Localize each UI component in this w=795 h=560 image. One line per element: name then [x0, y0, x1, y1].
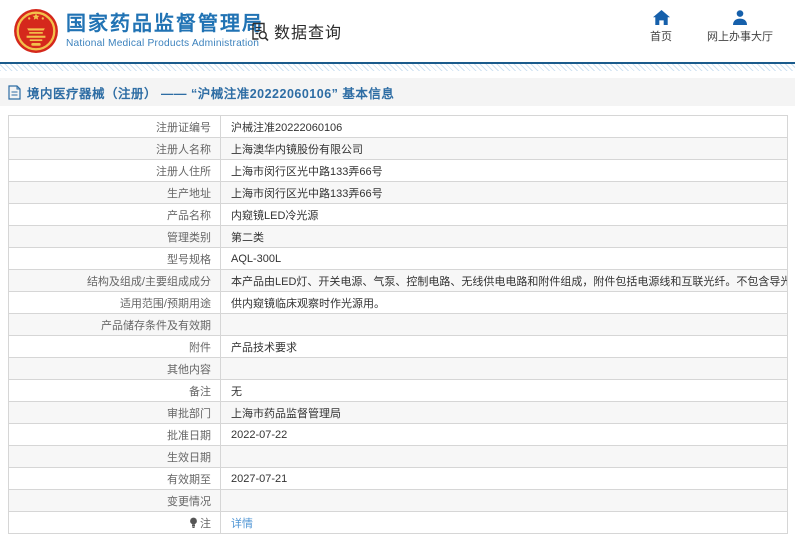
table-row: 管理类别 第二类 — [8, 225, 788, 248]
detail-link[interactable]: 详情 — [231, 518, 253, 530]
table-row: 生产地址 上海市闵行区光中路133弄66号 — [8, 181, 788, 204]
row-label: 注册证编号 — [8, 115, 221, 138]
home-link[interactable]: 首页 — [647, 10, 675, 44]
row-value: 产品技术要求 — [220, 335, 788, 358]
row-value: 内窥镜LED冷光源 — [220, 203, 788, 226]
table-row: 审批部门 上海市药品监督管理局 — [8, 401, 788, 424]
row-label: 管理类别 — [8, 225, 221, 248]
row-value: 上海市药品监督管理局 — [220, 401, 788, 424]
row-label: 其他内容 — [8, 357, 221, 380]
national-emblem-icon — [13, 6, 59, 56]
row-value — [220, 313, 788, 336]
org-name-cn: 国家药品监督管理局 — [66, 12, 264, 35]
bulb-icon — [189, 517, 200, 530]
row-label: 附件 — [8, 335, 221, 358]
data-query-nav[interactable]: 数据查询 — [249, 19, 342, 43]
table-row: 其他内容 — [8, 357, 788, 380]
row-label: 变更情况 — [8, 489, 221, 512]
row-value: AQL-300L — [220, 247, 788, 270]
row-label: 注册人名称 — [8, 137, 221, 160]
table-row: 批准日期 2022-07-22 — [8, 423, 788, 446]
data-query-label: 数据查询 — [274, 25, 343, 42]
row-value: 2022-07-22 — [220, 423, 788, 446]
org-name-en: National Medical Products Administration — [66, 37, 260, 49]
row-label: 产品名称 — [8, 203, 221, 226]
table-row: 注册人名称 上海澳华内镜股份有限公司 — [8, 137, 788, 160]
service-hall-link[interactable]: 网上办事大厅 — [707, 10, 773, 44]
page-icon — [8, 84, 21, 100]
row-value: 上海市闵行区光中路133弄66号 — [220, 181, 788, 204]
row-label: 生产地址 — [8, 181, 221, 204]
row-label: 注册人住所 — [8, 159, 221, 182]
row-value: 上海市闵行区光中路133弄66号 — [220, 159, 788, 182]
table-row: 适用范围/预期用途 供内窥镜临床观察时作光源用。 — [8, 291, 788, 314]
home-label: 首页 — [650, 31, 672, 43]
row-value — [220, 489, 788, 512]
row-label: 有效期至 — [8, 467, 221, 490]
row-label: 结构及组成/主要组成成分 — [8, 269, 221, 292]
row-label: 批准日期 — [8, 423, 221, 446]
row-label: 注 — [8, 511, 221, 534]
row-label: 审批部门 — [8, 401, 221, 424]
page-title: 境内医疗器械（注册） —— “沪械注准20222060106” 基本信息 — [27, 86, 395, 101]
table-row: 注详情 — [8, 511, 788, 534]
row-value: 上海澳华内镜股份有限公司 — [220, 137, 788, 160]
page-title-bar: 境内医疗器械（注册） —— “沪械注准20222060106” 基本信息 — [0, 78, 795, 106]
document-search-icon — [249, 21, 270, 42]
table-row: 附件 产品技术要求 — [8, 335, 788, 358]
person-icon — [732, 10, 748, 25]
row-value: 本产品由LED灯、开关电源、气泵、控制电路、无线供电电路和附件组成，附件包括电源… — [220, 269, 788, 292]
row-label: 适用范围/预期用途 — [8, 291, 221, 314]
home-icon — [652, 10, 670, 25]
row-value — [220, 445, 788, 468]
table-row: 产品名称 内窥镜LED冷光源 — [8, 203, 788, 226]
table-row: 注册证编号 沪械注准20222060106 — [8, 115, 788, 138]
table-row: 有效期至 2027-07-21 — [8, 467, 788, 490]
row-value: 2027-07-21 — [220, 467, 788, 490]
table-row: 生效日期 — [8, 445, 788, 468]
table-row: 型号规格 AQL-300L — [8, 247, 788, 270]
table-row: 结构及组成/主要组成成分 本产品由LED灯、开关电源、气泵、控制电路、无线供电电路… — [8, 269, 788, 292]
info-table: 注册证编号 沪械注准20222060106 注册人名称 上海澳华内镜股份有限公司 注册人… — [8, 115, 788, 534]
row-value: 第二类 — [220, 225, 788, 248]
table-row: 注册人住所 上海市闵行区光中路133弄66号 — [8, 159, 788, 182]
row-value — [220, 357, 788, 380]
table-row: 变更情况 — [8, 489, 788, 512]
row-label: 型号规格 — [8, 247, 221, 270]
row-value: 供内窥镜临床观察时作光源用。 — [220, 291, 788, 314]
row-value: 沪械注准20222060106 — [220, 115, 788, 138]
row-value: 详情 — [220, 511, 788, 534]
row-label: 生效日期 — [8, 445, 221, 468]
table-row: 产品储存条件及有效期 — [8, 313, 788, 336]
topbar-right: 首页 网上办事大厅 — [647, 10, 773, 44]
stripe-band — [0, 64, 795, 71]
site-header: 国家药品监督管理局 National Medical Products Admi… — [0, 0, 795, 62]
row-value: 无 — [220, 379, 788, 402]
brand-text: 国家药品监督管理局 National Medical Products Admi… — [66, 12, 264, 51]
table-row: 备注无 — [8, 379, 788, 402]
row-label: 产品储存条件及有效期 — [8, 313, 221, 336]
row-label: 备注 — [8, 379, 221, 402]
brand-logo[interactable]: 国家药品监督管理局 National Medical Products Admi… — [13, 6, 264, 56]
service-hall-label: 网上办事大厅 — [707, 31, 773, 43]
